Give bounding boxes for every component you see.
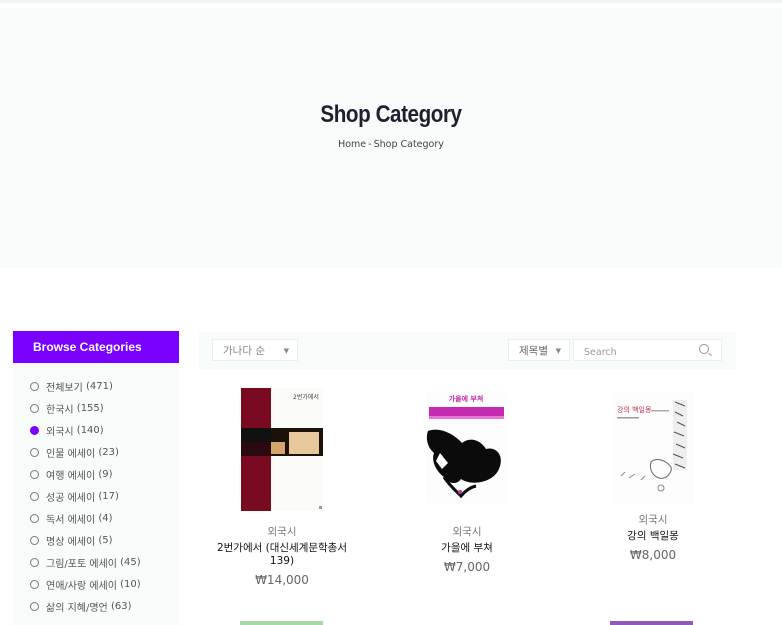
radio-button[interactable] — [30, 535, 39, 545]
category-item-person-essay[interactable]: 인물 에세이 (23) — [30, 444, 119, 460]
product-title-line2: 139) — [269, 555, 295, 567]
product-cover-image[interactable] — [240, 621, 323, 625]
product-title[interactable]: 2번가에서 (대신세계문학총서 139) — [212, 542, 352, 568]
category-label: 명상 에세이 — [46, 536, 96, 548]
category-item-success-essay[interactable]: 성공 에세이 (17) — [30, 488, 119, 504]
sort-select[interactable]: 가나다 순 ▼ — [212, 339, 298, 361]
product-card: 외국시 가을에 부쳐 ₩7,000 — [397, 524, 537, 574]
category-count: (140) — [76, 424, 104, 436]
category-label: 인물 에세이 — [46, 448, 96, 460]
category-item-meditation-essay[interactable]: 명상 에세이 (5) — [30, 532, 113, 548]
category-label: 그림/포토 에세이 — [46, 558, 117, 570]
cover-title-text: 2번가에서 — [293, 393, 319, 401]
category-count: (23) — [98, 446, 119, 458]
breadcrumb-current: Shop Category — [373, 139, 444, 150]
radio-button[interactable] — [30, 579, 39, 589]
sidebar-heading: Browse Categories — [13, 331, 179, 363]
caret-down-icon: ▼ — [283, 347, 289, 355]
search-filter-select[interactable]: 제목별 ▼ — [508, 339, 570, 361]
category-item-korean-poetry[interactable]: 한국시 (155) — [30, 400, 104, 416]
category-item-all[interactable]: 전체보기 (471) — [30, 378, 113, 394]
product-title[interactable]: 가을에 부쳐 — [397, 542, 537, 555]
filter-select-value: 제목별 — [519, 345, 548, 357]
category-count: (5) — [98, 534, 113, 546]
category-count: (471) — [86, 380, 113, 392]
breadcrumb-home-link[interactable]: Home — [338, 139, 366, 150]
cover-title-text: 가을에 부쳐 — [449, 394, 484, 403]
category-count: (63) — [110, 600, 132, 612]
search-input[interactable] — [582, 343, 696, 361]
category-label: 연애/사랑 에세이 — [46, 580, 117, 592]
product-cover-image[interactable]: 2번가에서 — [241, 388, 323, 511]
category-item-wisdom-quotes[interactable]: 삶의 지혜/명언 (63) — [30, 598, 131, 614]
category-count: (10) — [120, 578, 141, 590]
product-price: ₩8,000 — [629, 548, 677, 562]
category-label: 성공 에세이 — [46, 492, 96, 504]
product-title-line1: 2번가에서 (대신세계문학총서 — [216, 542, 348, 554]
product-category: 외국시 — [452, 526, 482, 538]
radio-button-selected[interactable] — [30, 425, 39, 435]
radio-button[interactable] — [30, 403, 39, 413]
category-count: (17) — [98, 490, 119, 502]
caret-down-icon: ▼ — [555, 347, 561, 355]
cover-title-text: 강의 백일몽 — [617, 405, 652, 414]
category-count: (155) — [76, 402, 104, 414]
radio-button[interactable] — [30, 491, 39, 501]
category-label: 한국시 — [46, 404, 74, 416]
radio-button[interactable] — [30, 601, 39, 611]
product-category: 외국시 — [638, 514, 668, 526]
search-icon[interactable] — [699, 344, 709, 354]
category-item-foreign-poetry[interactable]: 외국시 (140) — [30, 422, 104, 438]
radio-button[interactable] — [30, 469, 39, 479]
breadcrumb-separator: - — [368, 139, 372, 150]
category-item-travel-essay[interactable]: 여행 에세이 (9) — [30, 466, 113, 482]
product-category: 외국시 — [267, 526, 297, 538]
sort-select-value: 가나다 순 — [223, 345, 265, 357]
product-cover-image[interactable]: 강의 백일몽 — [611, 392, 694, 504]
category-item-reading-essay[interactable]: 독서 에세이 (4) — [30, 510, 113, 526]
category-label: 전체보기 — [46, 382, 83, 394]
top-divider — [0, 0, 782, 3]
category-label: 삶의 지혜/명언 — [46, 602, 108, 614]
product-title-line1: 가을에 부쳐 — [441, 542, 493, 554]
shop-toolbar: 가나다 순 ▼ 제목별 ▼ — [199, 332, 736, 369]
breadcrumb: Home - Shop Category — [0, 139, 782, 150]
product-card: 외국시 2번가에서 (대신세계문학총서 139) ₩14,000 — [212, 524, 352, 587]
product-price: ₩14,000 — [255, 573, 309, 587]
radio-button[interactable] — [30, 381, 39, 391]
category-label: 여행 에세이 — [46, 470, 96, 482]
radio-button[interactable] — [30, 557, 39, 567]
product-card: 외국시 강의 백일몽 ₩8,000 — [583, 512, 723, 562]
radio-button[interactable] — [30, 513, 39, 523]
category-item-love-essay[interactable]: 연애/사랑 에세이 (10) — [30, 576, 141, 592]
product-price: ₩7,000 — [443, 560, 491, 574]
page-banner — [0, 8, 782, 268]
category-count: (45) — [120, 556, 141, 568]
category-label: 독서 에세이 — [46, 514, 96, 526]
product-title-line1: 강의 백일몽 — [627, 530, 679, 542]
search-box — [573, 339, 722, 361]
category-item-photo-essay[interactable]: 그림/포토 에세이 (45) — [30, 554, 141, 570]
category-count: (4) — [98, 512, 113, 524]
category-sidebar: Browse Categories 전체보기 (471) 한국시 (155) 외… — [13, 331, 179, 625]
product-cover-image[interactable] — [610, 621, 693, 625]
category-label: 외국시 — [46, 426, 74, 438]
category-count: (9) — [98, 468, 113, 480]
radio-button[interactable] — [30, 447, 39, 457]
product-cover-image[interactable]: 가을에 부쳐 — [426, 391, 507, 503]
page-title: Shop Category — [320, 101, 462, 128]
product-title[interactable]: 강의 백일몽 — [583, 530, 723, 543]
